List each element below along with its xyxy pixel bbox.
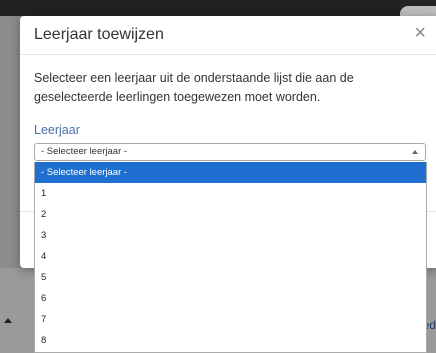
chevron-up-icon [412,150,418,154]
year-option[interactable]: 8 [35,330,426,351]
modal-header: Leerjaar toewijzen × [20,16,436,55]
year-option[interactable]: 4 [35,246,426,267]
year-option[interactable]: 5 [35,267,426,288]
year-select-value: - Selecteer leerjaar - [41,146,128,157]
year-option[interactable]: 6 [35,288,426,309]
year-field-label: Leerjaar [34,123,80,137]
year-option[interactable]: 7 [35,309,426,330]
year-select[interactable]: - Selecteer leerjaar - [34,143,426,161]
close-icon[interactable]: × [414,23,426,43]
year-options-list: - Selecteer leerjaar - 1 2 3 4 5 6 7 8 [34,162,427,353]
year-option[interactable]: - Selecteer leerjaar - [35,162,426,183]
year-option[interactable]: 3 [35,225,426,246]
modal-title: Leerjaar toewijzen [34,26,164,43]
background-caret-icon [4,318,12,323]
instruction-text: Selecteer een leerjaar uit de onderstaan… [34,71,354,104]
background-topbar [0,0,436,16]
year-option[interactable]: 1 [35,183,426,204]
year-option[interactable]: 2 [35,204,426,225]
modal-body: Selecteer een leerjaar uit de onderstaan… [20,55,436,137]
